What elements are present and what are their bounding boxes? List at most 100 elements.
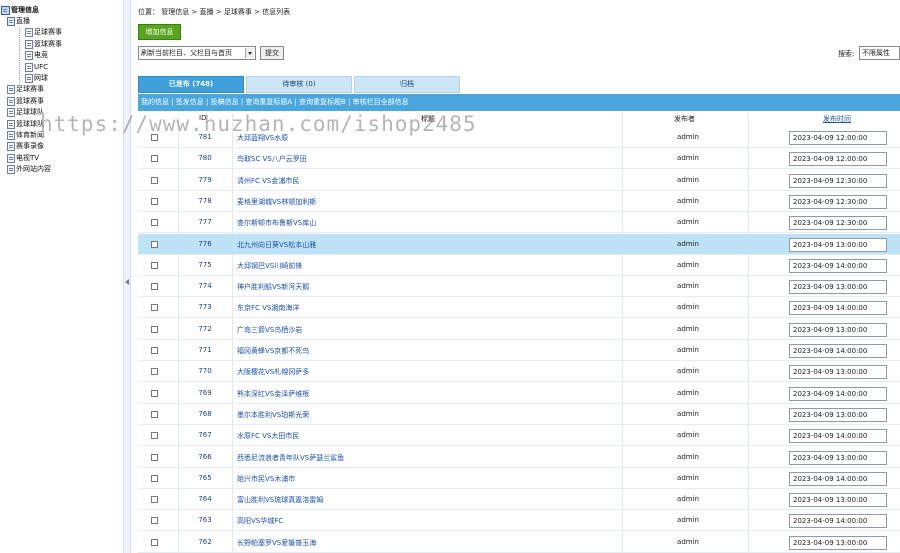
tree-root[interactable]: 管理信息: [1, 5, 39, 16]
row-title-link[interactable]: 福冈黄蜂VS京都不死鸟: [237, 346, 309, 356]
row-title-link[interactable]: 大阪樱花VS札幌冈萨多: [237, 367, 309, 377]
table-row[interactable]: 769 熊本深红VS金泽萨维根 admin 2023-04-09 14:00:00: [138, 383, 900, 404]
row-checkbox[interactable]: [151, 347, 158, 354]
row-checkbox[interactable]: [151, 283, 158, 291]
row-publish-time-input[interactable]: 2023-04-09 13:00:00: [789, 407, 887, 422]
row-checkbox[interactable]: [151, 176, 158, 184]
collapse-arrow-icon[interactable]: [125, 279, 129, 285]
row-publish-time-input[interactable]: 2023-04-09 14:00:00: [789, 471, 887, 486]
row-checkbox[interactable]: [151, 219, 158, 227]
row-checkbox[interactable]: [151, 304, 158, 312]
row-title-link[interactable]: 东京FC VS湘南海洋: [237, 303, 299, 313]
tab-0[interactable]: 已发布 (748): [138, 76, 244, 93]
table-row[interactable]: 765 始兴市民VS木浦市 admin 2023-04-09 14:00:00: [138, 468, 900, 489]
row-title-link[interactable]: 高阳VS华城FC: [237, 516, 283, 526]
attribute-select[interactable]: 不限属性: [859, 46, 900, 60]
tree-item[interactable]: UFC: [17, 61, 48, 73]
row-publish-time-input[interactable]: 2023-04-09 14:00:00: [789, 514, 887, 529]
tree-item[interactable]: 篮球赛事: [7, 96, 44, 107]
table-row[interactable]: 774 神户胜利船VS新泻天鹅 admin 2023-04-09 13:00:00: [138, 276, 900, 298]
row-title-link[interactable]: 查尔斯顿市布鲁斯VS库山: [237, 218, 316, 228]
filter-link-bar[interactable]: 我的信息 | 签发信息 | 投稿信息 | 查询重复标题A | 查询重复标题B |…: [138, 94, 900, 111]
row-checkbox[interactable]: [151, 496, 158, 504]
row-publish-time-input[interactable]: 2023-04-09 13:00:00: [789, 237, 887, 252]
row-publish-time-input[interactable]: 2023-04-09 14:00:00: [789, 258, 887, 273]
row-publish-time-input[interactable]: 2023-04-09 12:30:00: [789, 194, 887, 209]
tab-2[interactable]: 归档: [354, 76, 460, 93]
row-checkbox[interactable]: [151, 453, 158, 461]
refresh-scope-select[interactable]: 刷新当前栏目、父栏目与首页: [138, 46, 256, 60]
tree-item[interactable]: 篮球赛事: [17, 38, 62, 50]
row-checkbox[interactable]: [151, 197, 158, 205]
row-title-link[interactable]: 鸟取SC VS八户云罗田: [237, 154, 307, 164]
row-checkbox[interactable]: [151, 410, 158, 418]
row-publish-time-input[interactable]: 2023-04-09 12:00:00: [789, 152, 887, 167]
table-row[interactable]: 776 北九州向日葵VS松本山雅 admin 2023-04-09 13:00:00: [138, 233, 900, 255]
row-checkbox[interactable]: [151, 240, 158, 248]
table-row[interactable]: 777 查尔斯顿市布鲁斯VS库山 admin 2023-04-09 12:30:00: [138, 212, 900, 234]
tree-item[interactable]: 足球球队: [7, 107, 44, 118]
table-row[interactable]: 778 麦格里湖城VS林顿加利斯 admin 2023-04-09 12:30:00: [138, 191, 900, 212]
row-title-link[interactable]: 长野帕塞罗VS爱媛普玉海: [237, 538, 316, 548]
table-row[interactable]: 779 清州FC VS金浦市民 admin 2023-04-09 12:30:00: [138, 170, 900, 191]
submit-button[interactable]: 提交: [260, 46, 284, 60]
row-publish-time-input[interactable]: 2023-04-09 13:00:00: [789, 280, 887, 295]
table-row[interactable]: 763 高阳VS华城FC admin 2023-04-09 14:00:00: [138, 510, 900, 532]
row-checkbox[interactable]: [151, 368, 158, 376]
panel-splitter[interactable]: [123, 0, 131, 553]
row-title-link[interactable]: 神户胜利船VS新泻天鹅: [237, 282, 309, 292]
table-row[interactable]: 762 长野帕塞罗VS爱媛普玉海 admin 2023-04-09 13:00:00: [138, 532, 900, 553]
row-publish-time-input[interactable]: 2023-04-09 13:00:00: [789, 322, 887, 337]
row-checkbox[interactable]: [151, 261, 158, 269]
row-publish-time-input[interactable]: 2023-04-09 13:00:00: [789, 450, 887, 465]
row-publish-time-input[interactable]: 2023-04-09 12:30:00: [789, 173, 887, 188]
table-row[interactable]: 768 墨尔本胜利VS珀斯光荣 admin 2023-04-09 13:00:00: [138, 404, 900, 425]
table-row[interactable]: 775 大邱钢巴VS川崎前锋 admin 2023-04-09 14:00:00: [138, 255, 900, 276]
row-publish-time-input[interactable]: 2023-04-09 12:00:00: [789, 131, 887, 145]
row-checkbox[interactable]: [151, 155, 158, 163]
row-title-link[interactable]: 墨尔本胜利VS珀斯光荣: [237, 410, 309, 420]
table-row[interactable]: 767 水原FC VS大田市民 admin 2023-04-09 14:00:00: [138, 425, 900, 447]
row-title-link[interactable]: 麦格里湖城VS林顿加利斯: [237, 197, 316, 207]
row-publish-time-input[interactable]: 2023-04-09 14:00:00: [789, 386, 887, 401]
tree-item[interactable]: 电视TV: [7, 153, 39, 164]
tree-item[interactable]: 赛事录像: [7, 141, 44, 152]
row-publish-time-input[interactable]: 2023-04-09 12:30:00: [789, 216, 887, 231]
tree-item[interactable]: 足球赛事: [7, 84, 44, 95]
row-checkbox[interactable]: [151, 474, 158, 482]
column-header-publish-time[interactable]: 发布时间: [823, 114, 851, 124]
tree-item[interactable]: 网球: [17, 73, 48, 84]
table-row[interactable]: 771 福冈黄蜂VS京都不死鸟 admin 2023-04-09 14:00:00: [138, 340, 900, 361]
row-title-link[interactable]: 西悉尼流浪者青年队VS萨瑟兰鲨鱼: [237, 453, 344, 463]
row-title-link[interactable]: 富山胜利VS琉球真嘉洛雷姆: [237, 495, 323, 505]
tab-1[interactable]: 待审核 (0): [246, 76, 352, 93]
row-checkbox[interactable]: [151, 432, 158, 440]
tree-item[interactable]: 足球赛事: [17, 27, 62, 39]
row-title-link[interactable]: 清州FC VS金浦市民: [237, 176, 299, 186]
row-checkbox[interactable]: [151, 389, 158, 397]
tree-item[interactable]: 外网站内容: [7, 164, 51, 175]
table-row[interactable]: 764 富山胜利VS琉球真嘉洛雷姆 admin 2023-04-09 13:00:00: [138, 489, 900, 511]
row-checkbox[interactable]: [151, 538, 158, 546]
row-title-link[interactable]: 熊本深红VS金泽萨维根: [237, 389, 309, 399]
row-publish-time-input[interactable]: 2023-04-09 13:00:00: [789, 535, 887, 550]
row-title-link[interactable]: 水原FC VS大田市民: [237, 431, 299, 441]
row-publish-time-input[interactable]: 2023-04-09 14:00:00: [789, 429, 887, 444]
table-row[interactable]: 770 大阪樱花VS札幌冈萨多 admin 2023-04-09 13:00:00: [138, 361, 900, 383]
tree-item[interactable]: 体育新闻: [7, 130, 44, 141]
row-title-link[interactable]: 北九州向日葵VS松本山雅: [237, 240, 316, 250]
table-row[interactable]: 772 广岛三箭VS鸟栖沙岩 admin 2023-04-09 13:00:00: [138, 319, 900, 340]
row-publish-time-input[interactable]: 2023-04-09 13:00:00: [789, 365, 887, 380]
tree-item[interactable]: 篮球球队: [7, 119, 44, 130]
tree-item[interactable]: 直播: [7, 16, 30, 27]
row-title-link[interactable]: 广岛三箭VS鸟栖沙岩: [237, 325, 302, 335]
table-row[interactable]: 766 西悉尼流浪者青年队VS萨瑟兰鲨鱼 admin 2023-04-09 13:00…: [138, 447, 900, 468]
row-publish-time-input[interactable]: 2023-04-09 14:00:00: [789, 301, 887, 316]
row-checkbox[interactable]: [151, 325, 158, 333]
row-title-link[interactable]: 大邱钢巴VS川崎前锋: [237, 261, 302, 271]
row-title-link[interactable]: 始兴市民VS木浦市: [237, 474, 295, 484]
row-publish-time-input[interactable]: 2023-04-09 14:00:00: [789, 344, 887, 358]
row-publish-time-input[interactable]: 2023-04-09 13:00:00: [789, 493, 887, 508]
table-row[interactable]: 780 鸟取SC VS八户云罗田 admin 2023-04-09 12:00:00: [138, 148, 900, 170]
add-info-button[interactable]: 增加信息: [138, 24, 181, 40]
